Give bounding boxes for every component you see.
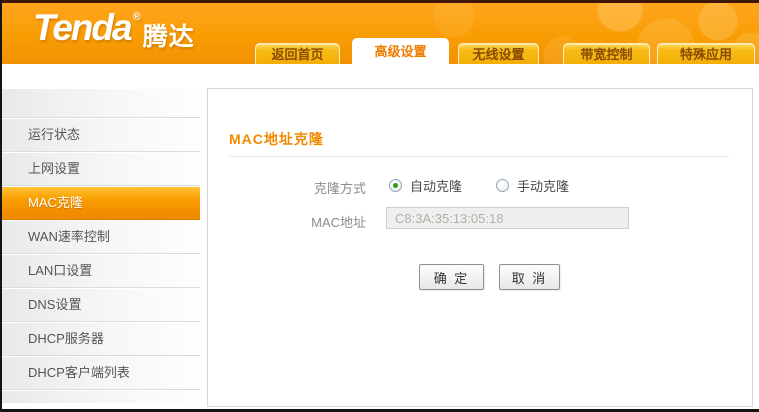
window-left-border <box>0 0 2 412</box>
mac-address-label: MAC地址 <box>311 215 366 230</box>
tab-special-applications[interactable]: 特殊应用 <box>657 43 755 64</box>
sidebar-item-lan-settings[interactable]: LAN口设置 <box>2 254 200 288</box>
sidebar-spacer-bottom <box>2 390 200 403</box>
auto-clone-radio-label[interactable]: 自动克隆 <box>410 176 462 195</box>
page-title: MAC地址克隆 <box>229 131 324 147</box>
sidebar-nav: 运行状态 上网设置 MAC克隆 WAN速率控制 LAN口设置 DNS设置 DHC… <box>2 88 200 403</box>
sidebar-item-dns-settings[interactable]: DNS设置 <box>2 288 200 322</box>
tenda-router-admin-page: Tenda ® 腾达 返回首页 高级设置 无线设置 带宽控制 特殊应用 运行状态… <box>0 0 759 412</box>
cancel-button[interactable]: 取 消 <box>499 264 560 290</box>
registered-trademark-icon: ® <box>132 11 141 23</box>
ok-button[interactable]: 确 定 <box>419 264 484 290</box>
tenda-logo-wordmark: Tenda <box>33 7 133 48</box>
auto-clone-radio[interactable] <box>389 179 402 192</box>
sidebar-item-running-status[interactable]: 运行状态 <box>2 118 200 152</box>
manual-clone-radio-label[interactable]: 手动克隆 <box>517 176 569 195</box>
tenda-logo: Tenda ® 腾达 <box>33 9 195 53</box>
mac-address-input[interactable] <box>386 207 629 229</box>
tab-wireless-settings[interactable]: 无线设置 <box>458 43 539 64</box>
tab-advanced-settings[interactable]: 高级设置 <box>352 38 449 64</box>
sidebar-item-mac-clone[interactable]: MAC克隆 <box>2 186 200 220</box>
sidebar-item-internet-settings[interactable]: 上网设置 <box>2 152 200 186</box>
tab-home[interactable]: 返回首页 <box>255 43 340 64</box>
header-banner: Tenda ® 腾达 返回首页 高级设置 无线设置 带宽控制 特殊应用 <box>2 3 759 64</box>
tenda-logo-chinese: 腾达 <box>142 23 195 51</box>
window-top-border <box>0 0 759 3</box>
sidebar-item-wan-rate-control[interactable]: WAN速率控制 <box>2 220 200 254</box>
sidebar-spacer-top <box>2 88 200 118</box>
tab-bandwidth-control[interactable]: 带宽控制 <box>563 43 650 64</box>
manual-clone-radio[interactable] <box>496 179 510 192</box>
main-content-panel: MAC地址克隆 克隆方式 自动克隆 手动克隆 MAC地址 确 定 取 消 <box>207 88 753 407</box>
title-divider <box>229 156 729 157</box>
sidebar-item-dhcp-server[interactable]: DHCP服务器 <box>2 322 200 356</box>
sidebar-item-dhcp-client-list[interactable]: DHCP客户端列表 <box>2 356 200 390</box>
clone-mode-label: 克隆方式 <box>313 181 366 196</box>
clone-mode-radio-group: 自动克隆 手动克隆 <box>389 176 569 195</box>
